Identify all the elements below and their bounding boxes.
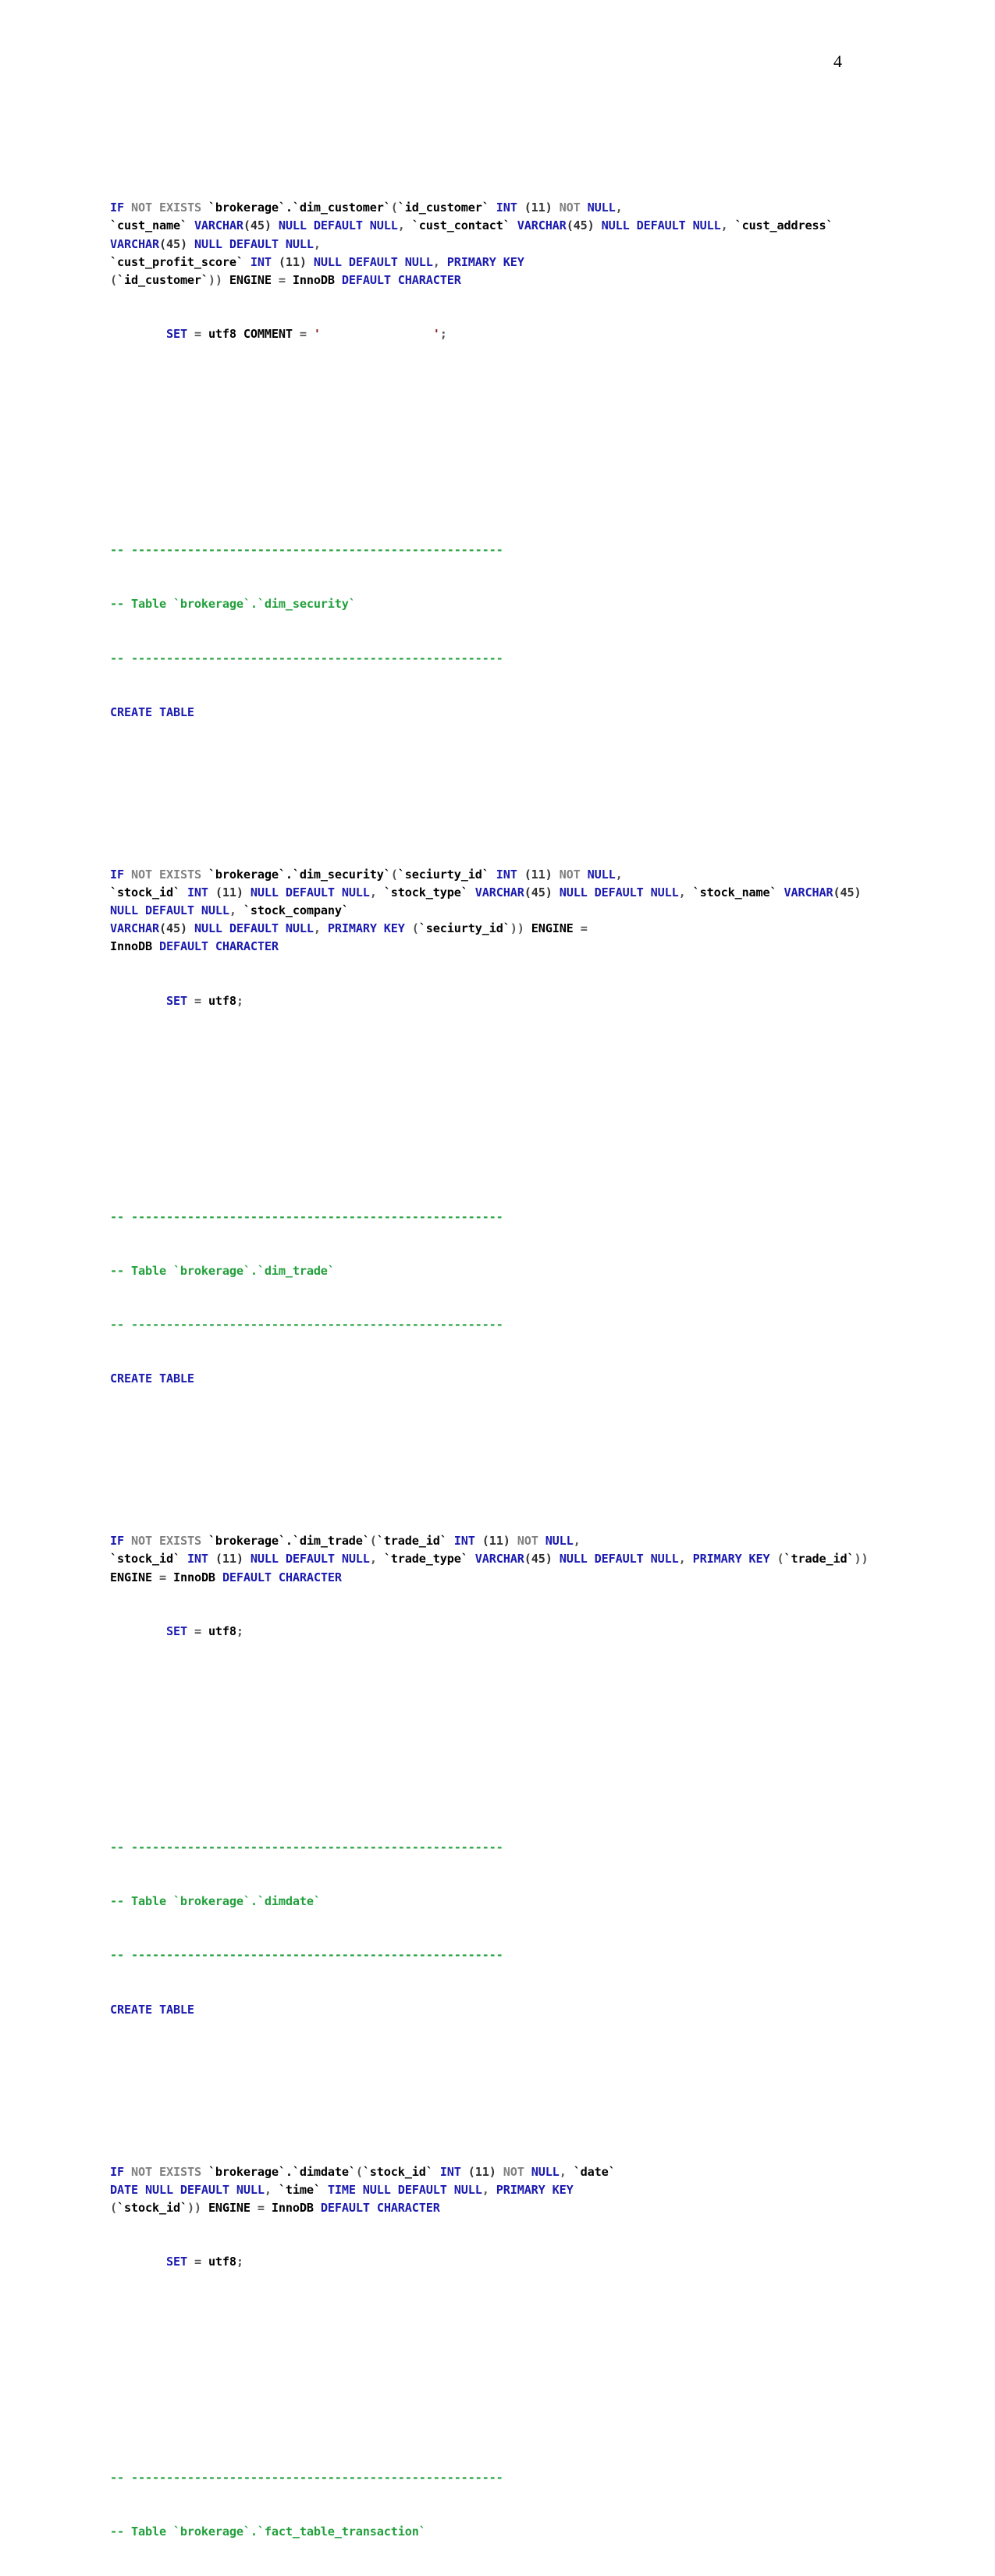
- comment-separator-bottom-dim-trade: -- -------------------------------------…: [110, 1318, 503, 1332]
- code-line-dim-trade: IF NOT EXISTS `brokerage`.`dim_trade`(`t…: [110, 1534, 869, 1584]
- comment-title-dim-trade: -- Table `brokerage`.`dim_trade`: [110, 1263, 335, 1278]
- comment-title-fact-table: -- Table `brokerage`.`fact_table_transac…: [110, 2525, 426, 2539]
- comment-separator-top-dimdate: -- -------------------------------------…: [110, 1840, 503, 1854]
- sql-code-block: IF NOT EXISTS `brokerage`.`dim_customer`…: [110, 127, 875, 2576]
- code-line-dim-customer: IF NOT EXISTS `brokerage`.`dim_customer`…: [110, 200, 833, 287]
- code-line-dimdate-set: SET = utf8;: [165, 2255, 243, 2269]
- create-table-dimdate: CREATE TABLE: [110, 2002, 194, 2017]
- create-table-dim-trade: CREATE TABLE: [110, 1371, 194, 1386]
- comment-title-dimdate: -- Table `brokerage`.`dimdate`: [110, 1894, 321, 1909]
- comment-separator-bottom-dim-security: -- -------------------------------------…: [110, 651, 503, 665]
- code-line-dim-customer-set: SET = utf8 COMMENT = ' ';: [165, 327, 447, 342]
- page-number: 4: [833, 51, 842, 71]
- comment-separator-top-dim-trade: -- -------------------------------------…: [110, 1209, 503, 1224]
- code-line-dimdate: IF NOT EXISTS `brokerage`.`dimdate`(`sto…: [110, 2164, 616, 2215]
- code-line-dim-security: IF NOT EXISTS `brokerage`.`dim_security`…: [110, 867, 862, 954]
- document-page: 4 IF NOT EXISTS `brokerage`.`dim_custome…: [0, 0, 995, 2539]
- code-line-dim-trade-set: SET = utf8;: [165, 1623, 243, 1638]
- comment-title-dim-security: -- Table `brokerage`.`dim_security`: [110, 597, 356, 612]
- comment-separator-top-dim-security: -- -------------------------------------…: [110, 543, 503, 558]
- comment-separator-bottom-dimdate: -- -------------------------------------…: [110, 1948, 503, 1963]
- comment-separator-top-fact-table: -- -------------------------------------…: [110, 2471, 503, 2486]
- code-line-dim-security-set: SET = utf8;: [165, 993, 243, 1008]
- create-table-dim-security: CREATE TABLE: [110, 705, 194, 719]
